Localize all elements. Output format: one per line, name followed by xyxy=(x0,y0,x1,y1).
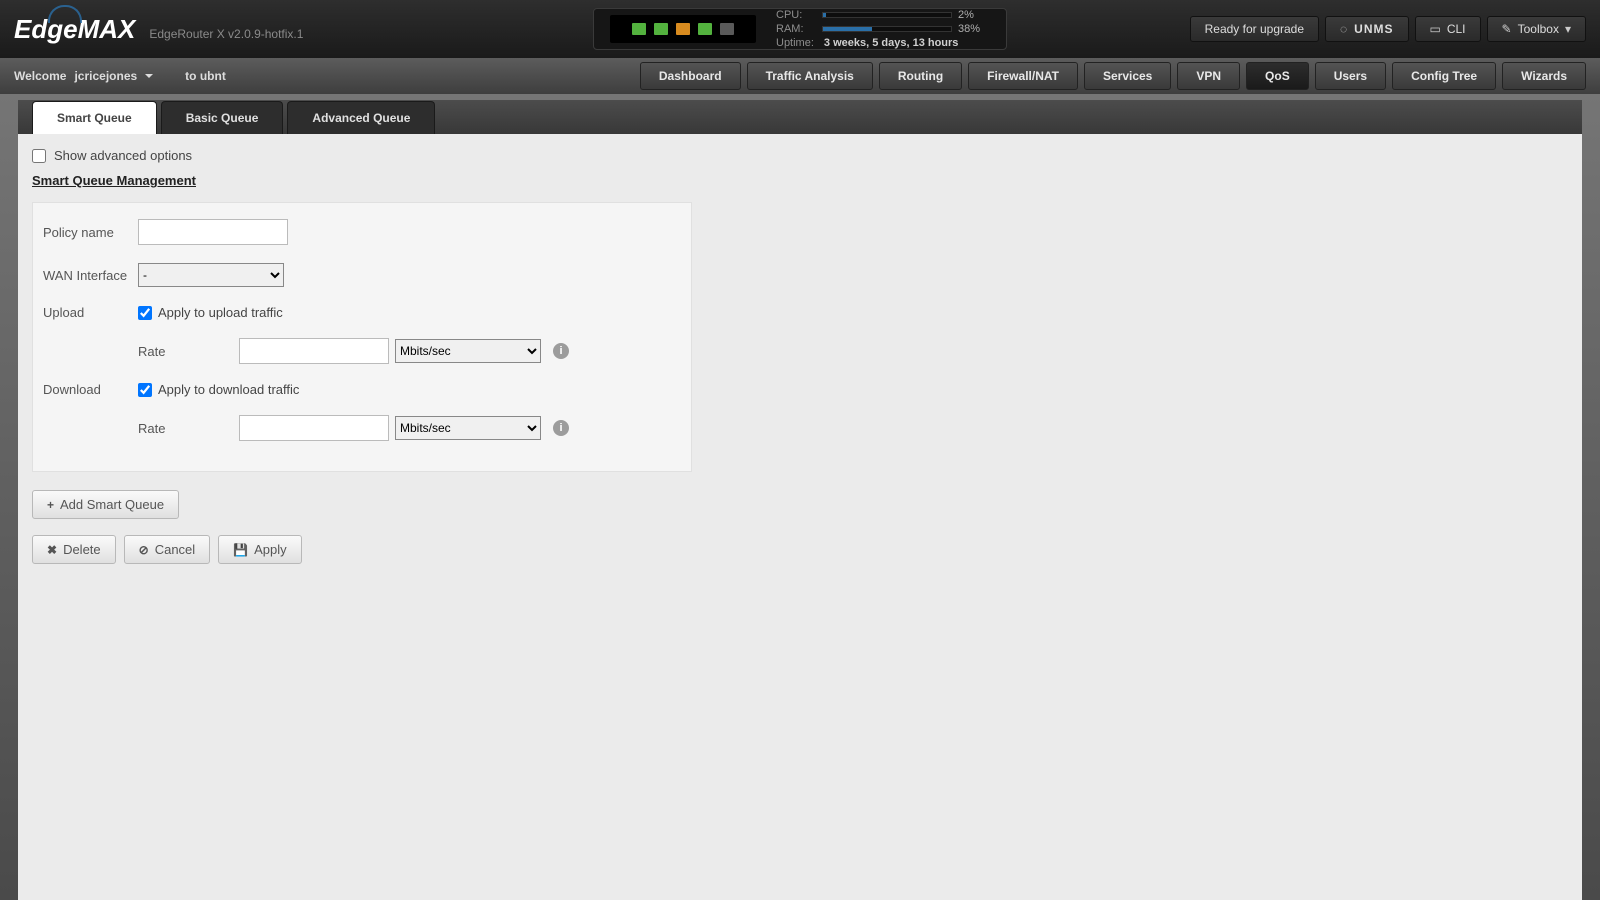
policy-name-input[interactable] xyxy=(138,219,288,245)
wrench-icon: ✎ xyxy=(1502,22,1512,36)
cancel-icon: ⊘ xyxy=(139,543,149,557)
ram-bar xyxy=(822,26,952,32)
chevron-down-icon: ▾ xyxy=(1565,22,1571,36)
tab-firewall-nat[interactable]: Firewall/NAT xyxy=(968,62,1078,90)
uptime-label: Uptime: xyxy=(776,37,814,49)
cancel-button[interactable]: ⊘Cancel xyxy=(124,535,211,564)
uptime-value: 3 weeks, 5 days, 13 hours xyxy=(824,37,959,49)
apply-upload-label: Apply to upload traffic xyxy=(158,305,283,320)
upload-rate-unit-select[interactable]: Mbits/sec xyxy=(395,339,541,363)
top-right-buttons: Ready for upgrade ◌UNMS ▭CLI ✎Toolbox▾ xyxy=(1190,16,1586,42)
toolbox-button[interactable]: ✎Toolbox▾ xyxy=(1487,16,1586,42)
port-led-5 xyxy=(720,23,734,35)
port-led-1 xyxy=(632,23,646,35)
save-icon: 💾 xyxy=(233,543,248,557)
nav-row: Welcome jcricejones to ubnt DashboardTra… xyxy=(0,58,1600,94)
brand-subtitle: EdgeRouter X v2.0.9-hotfix.1 xyxy=(149,27,303,41)
subtab-basic-queue[interactable]: Basic Queue xyxy=(161,101,284,134)
unms-icon: ◌ xyxy=(1340,22,1348,36)
port-leds xyxy=(610,15,756,43)
brand-logo: EdgeMAX xyxy=(14,14,135,45)
help-icon[interactable]: i xyxy=(553,420,569,436)
upload-label: Upload xyxy=(43,305,138,320)
plus-icon: + xyxy=(47,498,54,512)
apply-button[interactable]: 💾Apply xyxy=(218,535,301,564)
welcome-prefix: Welcome xyxy=(14,69,66,83)
section-title: Smart Queue Management xyxy=(32,173,1568,188)
ram-value: 38% xyxy=(952,23,990,35)
content-panel: Smart QueueBasic QueueAdvanced Queue Sho… xyxy=(18,100,1582,900)
download-label: Download xyxy=(43,382,138,397)
to-ubnt-link[interactable]: to ubnt xyxy=(185,69,226,83)
apply-download-label: Apply to download traffic xyxy=(158,382,299,397)
download-rate-unit-select[interactable]: Mbits/sec xyxy=(395,416,541,440)
cli-button[interactable]: ▭CLI xyxy=(1415,16,1481,42)
terminal-icon: ▭ xyxy=(1430,22,1441,36)
tab-dashboard[interactable]: Dashboard xyxy=(640,62,741,90)
system-status-widget: CPU: 2% RAM: 38% Uptime: 3 weeks, 5 days… xyxy=(593,8,1007,50)
apply-download-checkbox[interactable] xyxy=(138,383,152,397)
tab-routing[interactable]: Routing xyxy=(879,62,962,90)
cpu-value: 2% xyxy=(952,9,990,21)
tab-qos[interactable]: QoS xyxy=(1246,62,1309,90)
upload-rate-label: Rate xyxy=(138,344,233,359)
welcome-menu[interactable]: Welcome jcricejones xyxy=(14,69,153,83)
help-icon[interactable]: i xyxy=(553,343,569,359)
tab-users[interactable]: Users xyxy=(1315,62,1386,90)
tab-traffic-analysis[interactable]: Traffic Analysis xyxy=(747,62,873,90)
smart-queue-pane: Show advanced options Smart Queue Manage… xyxy=(18,134,1582,578)
sub-tabs: Smart QueueBasic QueueAdvanced Queue xyxy=(18,100,1582,134)
upload-rate-input[interactable] xyxy=(239,338,389,364)
wan-interface-label: WAN Interface xyxy=(43,268,138,283)
wan-interface-select[interactable]: - xyxy=(138,263,284,287)
tab-vpn[interactable]: VPN xyxy=(1177,62,1240,90)
show-advanced-label[interactable]: Show advanced options xyxy=(54,148,192,163)
cpu-bar xyxy=(822,12,952,18)
top-bar: EdgeMAX EdgeRouter X v2.0.9-hotfix.1 CPU… xyxy=(0,0,1600,58)
port-led-3 xyxy=(676,23,690,35)
tab-services[interactable]: Services xyxy=(1084,62,1171,90)
download-rate-label: Rate xyxy=(138,421,233,436)
port-led-2 xyxy=(654,23,668,35)
policy-name-label: Policy name xyxy=(43,225,138,240)
subtab-smart-queue[interactable]: Smart Queue xyxy=(32,101,157,134)
brand: EdgeMAX EdgeRouter X v2.0.9-hotfix.1 xyxy=(14,14,303,45)
ready-for-upgrade-button[interactable]: Ready for upgrade xyxy=(1190,16,1319,42)
unms-button[interactable]: ◌UNMS xyxy=(1325,16,1408,42)
close-icon: ✖ xyxy=(47,543,57,557)
ram-label: RAM: xyxy=(776,23,822,35)
port-led-4 xyxy=(698,23,712,35)
system-stats: CPU: 2% RAM: 38% Uptime: 3 weeks, 5 days… xyxy=(776,9,990,49)
tab-wizards[interactable]: Wizards xyxy=(1502,62,1586,90)
add-smart-queue-button[interactable]: +Add Smart Queue xyxy=(32,490,179,519)
download-rate-input[interactable] xyxy=(239,415,389,441)
apply-upload-checkbox[interactable] xyxy=(138,306,152,320)
smart-queue-form: Policy name WAN Interface - Upload Apply… xyxy=(32,202,692,472)
delete-button[interactable]: ✖Delete xyxy=(32,535,116,564)
tab-config-tree[interactable]: Config Tree xyxy=(1392,62,1496,90)
subtab-advanced-queue[interactable]: Advanced Queue xyxy=(287,101,435,134)
main-tabs: DashboardTraffic AnalysisRoutingFirewall… xyxy=(640,62,1586,90)
show-advanced-checkbox[interactable] xyxy=(32,149,46,163)
chevron-down-icon xyxy=(145,74,153,82)
welcome-user: jcricejones xyxy=(74,69,137,83)
cpu-label: CPU: xyxy=(776,9,822,21)
